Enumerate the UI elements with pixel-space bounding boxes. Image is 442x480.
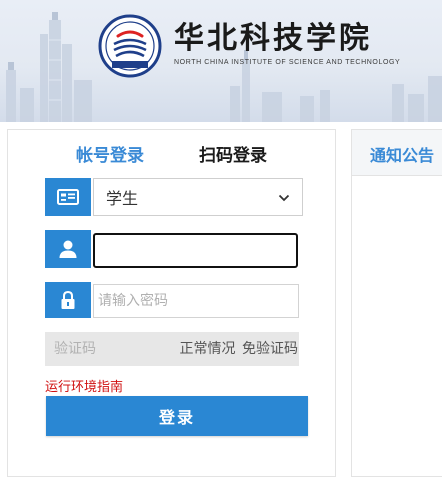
school-logo: 华北科技学院 NORTH CHINA INSTITUTE OF SCIENCE …	[98, 14, 401, 78]
environment-guide-link[interactable]: 运行环境指南	[45, 376, 123, 395]
login-page: 华北科技学院 NORTH CHINA INSTITUTE OF SCIENCE …	[0, 0, 442, 480]
username-input[interactable]	[93, 233, 298, 268]
school-name-english: NORTH CHINA INSTITUTE OF SCIENCE AND TEC…	[174, 59, 401, 66]
password-input[interactable]	[93, 284, 299, 318]
notice-title[interactable]: 通知公告	[370, 142, 434, 166]
login-button[interactable]: 登录	[46, 396, 308, 436]
password-row	[45, 282, 305, 320]
role-select-row: 学生	[45, 178, 305, 216]
captcha-status: 正常情况 免验证码	[179, 341, 298, 357]
captcha-row: 正常情况 免验证码	[45, 332, 299, 366]
school-seal-icon	[98, 14, 162, 78]
role-select-value: 学生	[106, 189, 139, 208]
tab-account-login[interactable]: 帐号登录	[76, 144, 144, 168]
login-panel: 帐号登录 扫码登录 学生 验证码 正常情况 免验证码 运行环境指南 登录	[7, 129, 336, 477]
tab-qrcode-login[interactable]: 扫码登录	[199, 144, 267, 168]
notice-panel: 通知公告	[351, 129, 442, 477]
user-icon	[45, 230, 91, 268]
notice-header: 通知公告	[352, 130, 442, 176]
role-select[interactable]: 学生	[93, 178, 303, 216]
id-card-icon	[45, 178, 91, 216]
lock-icon	[45, 282, 91, 318]
header-banner: 华北科技学院 NORTH CHINA INSTITUTE OF SCIENCE …	[0, 0, 442, 122]
school-name: 华北科技学院	[174, 21, 372, 56]
login-tabs: 帐号登录 扫码登录	[8, 144, 335, 168]
captcha-input[interactable]	[45, 332, 163, 366]
chevron-down-icon	[278, 194, 290, 202]
username-row	[45, 230, 305, 268]
